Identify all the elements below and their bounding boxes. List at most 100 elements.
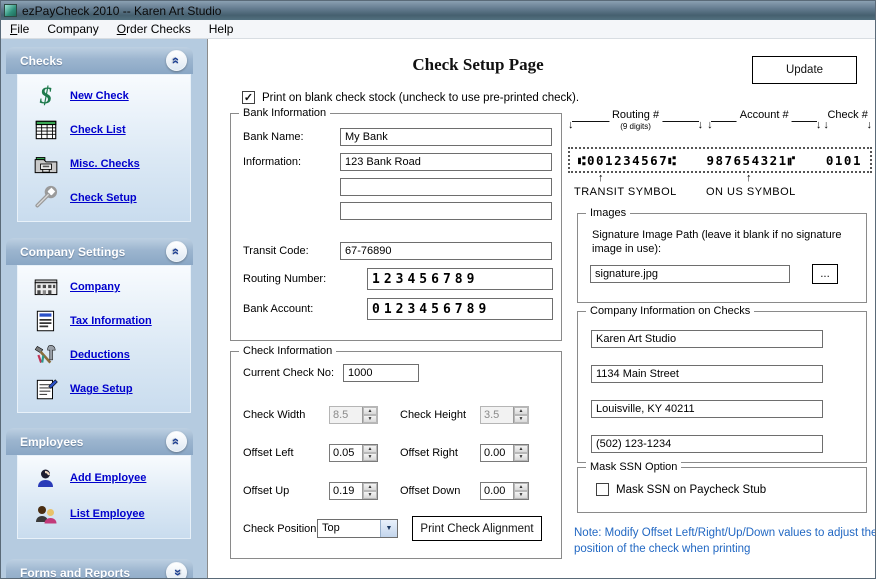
offset-right-value[interactable]: 0.00 [481,445,513,461]
company-street-input[interactable] [591,365,823,383]
section-header-checks[interactable]: Checks « [6,47,193,74]
routing-number-input[interactable] [367,268,553,290]
check-position-dropdown[interactable]: Top ▼ [317,519,398,538]
mask-ssn-group: Mask SSN Option Mask SSN on Paycheck Stu… [577,467,867,513]
link-check-list[interactable]: Check List [70,124,126,136]
spinner-down-icon[interactable]: ▼ [363,453,377,461]
link-misc-checks[interactable]: Misc. Checks [70,158,140,170]
main-panel: Check Setup Page Update ✓ Print on blank… [207,39,875,579]
transit-code-input[interactable] [340,242,552,260]
current-check-no-input[interactable] [343,364,419,382]
sidebar-item-misc-checks[interactable]: Misc. Checks [18,147,190,181]
section-title-checks: Checks [20,54,63,68]
section-title-forms-reports: Forms and Reports [20,566,130,579]
page-title: Check Setup Page [338,55,618,75]
check-number-diagram-label: Check # [824,109,870,122]
offset-up-spinner[interactable]: 0.19 ▲▼ [329,482,378,500]
collapse-company-settings-button[interactable]: « [166,241,187,262]
spinner-down-icon[interactable]: ▼ [514,453,528,461]
check-width-value: 8.5 [330,407,362,423]
menu-order-checks[interactable]: Order Checks [108,22,200,36]
spinner-down-icon: ▼ [363,415,377,423]
spinner-up-icon[interactable]: ▲ [514,483,528,491]
company-city-input[interactable] [591,400,823,418]
sidebar-item-add-employee[interactable]: Add Employee [18,460,190,496]
spinner-up-icon[interactable]: ▲ [514,445,528,453]
person-icon [28,466,64,490]
link-wage-setup[interactable]: Wage Setup [70,383,133,395]
arrow-down-icon: ↓ [816,120,822,131]
link-add-employee[interactable]: Add Employee [70,472,146,484]
bank-account-input[interactable] [367,298,553,320]
wrench-icon [28,185,64,211]
offset-down-spinner[interactable]: 0.00 ▲▼ [480,482,529,500]
sidebar-item-wage-setup[interactable]: Wage Setup [18,372,190,406]
arrow-down-icon: ↓ [568,120,574,131]
chevron-up-icon: « [170,438,183,445]
micr-account-segment: 987654321⑈ [706,153,796,168]
menu-file[interactable]: File [1,22,38,36]
menu-help[interactable]: Help [200,22,243,36]
micr-diagram: ↓ ↓ Routing # (9 digits) ↓ ↓ Account # ↓ [568,111,872,209]
collapse-checks-button[interactable]: « [166,50,187,71]
sidebar-item-check-list[interactable]: Check List [18,113,190,147]
routing-number-diagram-label: Routing # [609,109,662,122]
expand-forms-reports-button[interactable]: « [166,562,187,579]
dropdown-arrow-icon[interactable]: ▼ [380,520,397,537]
account-number-diagram-label: Account # [737,109,792,122]
check-position-value: Top [318,520,380,537]
sidebar-item-new-check[interactable]: $ New Check [18,79,190,113]
offset-right-spinner[interactable]: 0.00 ▲▼ [480,444,529,462]
offset-left-value[interactable]: 0.05 [330,445,362,461]
chevron-down-icon: « [170,569,183,576]
check-width-spinner: 8.5 ▲▼ [329,406,378,424]
link-deductions[interactable]: Deductions [70,349,130,361]
offset-left-spinner[interactable]: 0.05 ▲▼ [329,444,378,462]
section-header-forms-reports[interactable]: Forms and Reports « [6,559,193,579]
company-name-input[interactable] [591,330,823,348]
spinner-up-icon[interactable]: ▲ [363,483,377,491]
sidebar-item-check-setup[interactable]: Check Setup [18,181,190,215]
update-button[interactable]: Update [752,56,857,84]
company-phone-input[interactable] [591,435,823,453]
company-information-legend: Company Information on Checks [586,305,754,317]
check-width-label: Check Width [243,409,329,421]
titlebar: ezPayCheck 2010 -- Karen Art Studio [1,1,875,20]
signature-path-label: Signature Image Path (leave it blank if … [592,228,854,257]
sidebar-item-list-employee[interactable]: List Employee [18,496,190,532]
mask-ssn-label: Mask SSN on Paycheck Stub [616,484,766,496]
bank-information-input-2[interactable] [340,178,552,196]
menubar: File Company Order Checks Help [1,20,875,39]
section-header-company-settings[interactable]: Company Settings « [6,238,193,265]
check-height-spinner: 3.5 ▲▼ [480,406,529,424]
link-list-employee[interactable]: List Employee [70,508,145,520]
spinner-up-icon[interactable]: ▲ [363,445,377,453]
print-blank-stock-row: ✓ Print on blank check stock (uncheck to… [242,91,579,104]
bank-name-input[interactable] [340,128,552,146]
signature-path-input[interactable] [590,265,790,283]
offset-up-value[interactable]: 0.19 [330,483,362,499]
link-check-setup[interactable]: Check Setup [70,192,137,204]
spinner-down-icon[interactable]: ▼ [363,491,377,499]
link-company[interactable]: Company [70,281,120,293]
offset-down-label: Offset Down [400,485,480,497]
collapse-employees-button[interactable]: « [166,431,187,452]
link-tax-information[interactable]: Tax Information [70,315,152,327]
bank-information-input-3[interactable] [340,202,552,220]
folder-printer-icon [28,151,64,177]
sidebar-item-tax-information[interactable]: Tax Information [18,304,190,338]
dollar-icon: $ [28,83,64,109]
sidebar-item-company[interactable]: Company [18,270,190,304]
section-header-employees[interactable]: Employees « [6,428,193,455]
browse-button[interactable]: ... [812,264,838,284]
menu-company[interactable]: Company [38,22,107,36]
print-check-alignment-button[interactable]: Print Check Alignment [412,516,542,541]
print-blank-stock-checkbox[interactable]: ✓ [242,91,255,104]
sidebar-item-deductions[interactable]: Deductions [18,338,190,372]
offset-down-value[interactable]: 0.00 [481,483,513,499]
bank-information-input-1[interactable] [340,153,552,171]
mask-ssn-checkbox[interactable] [596,483,609,496]
link-new-check[interactable]: New Check [70,90,129,102]
spinner-down-icon[interactable]: ▼ [514,491,528,499]
offset-left-label: Offset Left [243,447,329,459]
